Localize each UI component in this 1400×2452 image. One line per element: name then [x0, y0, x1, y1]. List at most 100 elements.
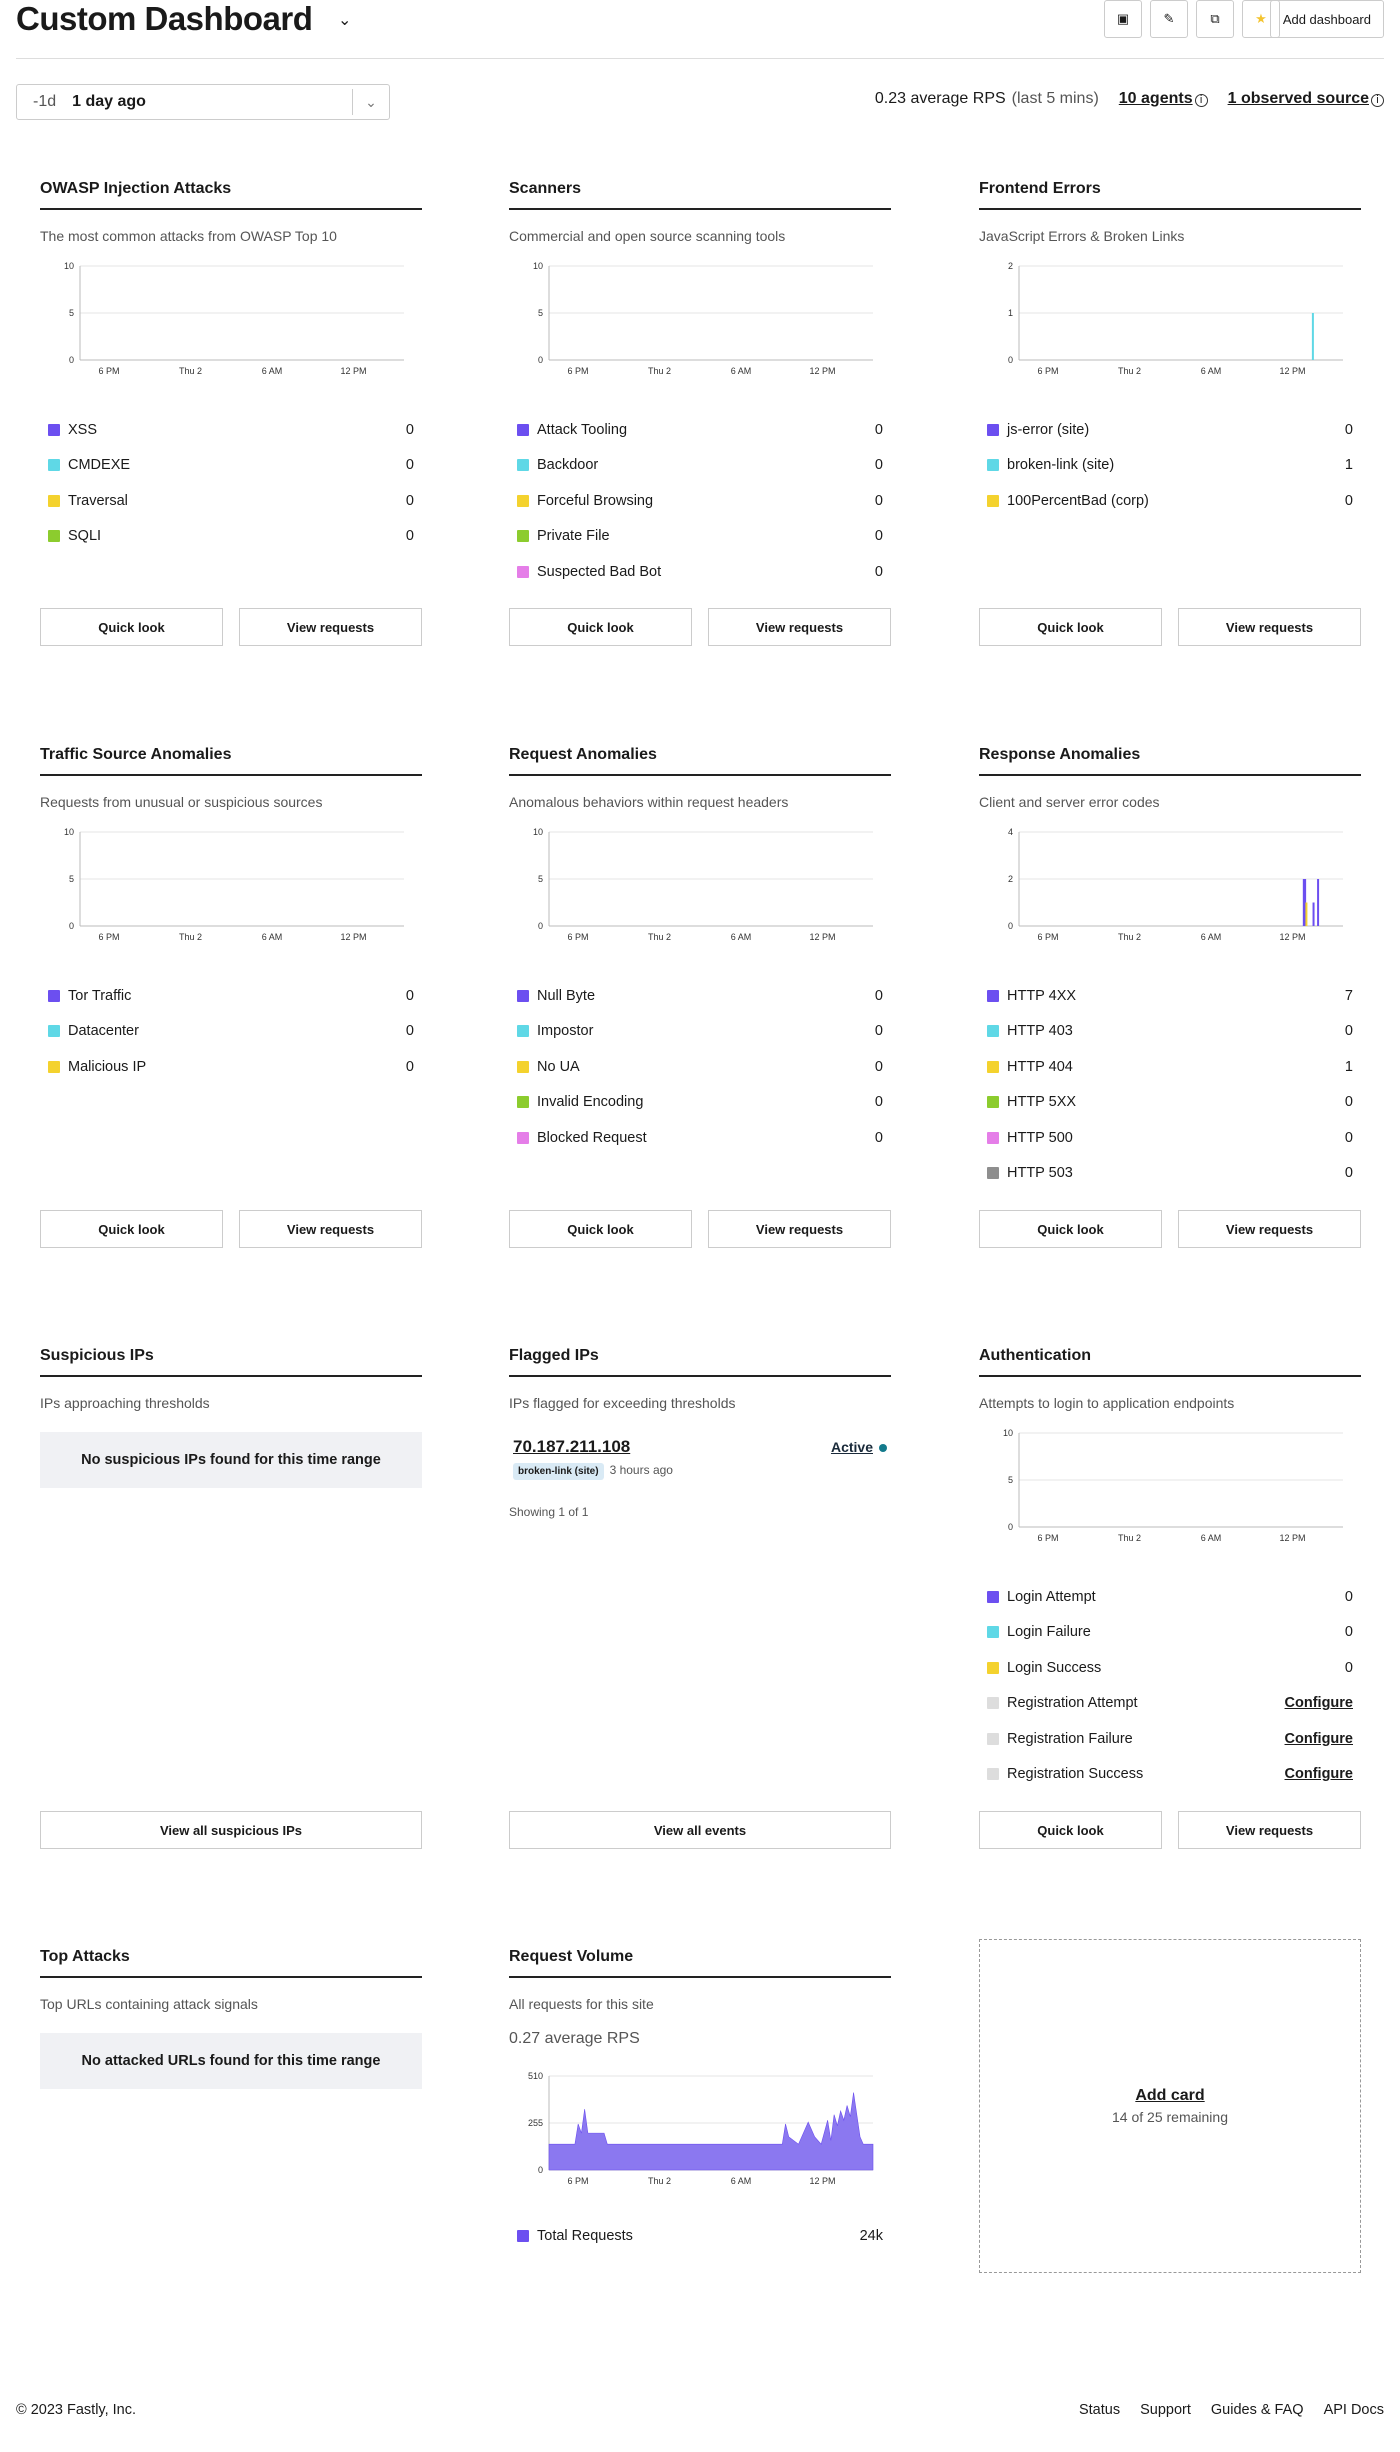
card-title: Traffic Source Anomalies [40, 746, 422, 776]
configure-link[interactable]: Configure [1285, 1695, 1353, 1711]
legend-item: HTTP 404 1 [987, 1049, 1353, 1085]
pencil-icon: ✎ [1163, 11, 1175, 26]
view-requests-button[interactable]: View requests [708, 608, 891, 646]
camera-button[interactable]: ▣ [1104, 0, 1142, 38]
average-rps: 0.23 average RPS [874, 90, 1006, 107]
x-tick-label: Thu 2 [648, 366, 671, 376]
x-tick-label: 12 PM [809, 932, 835, 942]
legend-swatch [517, 1096, 529, 1109]
configure-link[interactable]: Configure [1285, 1731, 1353, 1747]
x-tick-label: 6 PM [1037, 932, 1058, 942]
legend-item: XSS 0 [48, 412, 414, 448]
legend-label: Attack Tooling [537, 421, 628, 438]
chart-svg: 0 5 10 6 PM Thu 2 6 AM 12 PM [533, 261, 873, 376]
copy-button[interactable]: ⧉ [1196, 0, 1234, 38]
add-card-tile[interactable]: Add card 14 of 25 remaining [979, 1939, 1361, 2273]
x-tick-label: 6 PM [1037, 366, 1058, 376]
legend-value: 0 [874, 563, 883, 580]
card-authentication: Authentication Attempts to login to appli… [979, 1347, 1361, 1849]
legend-swatch [987, 1768, 999, 1781]
add-dashboard-button[interactable]: Add dashboard [1269, 0, 1384, 38]
edit-button[interactable]: ✎ [1150, 0, 1188, 38]
add-card-link[interactable]: Add card [1135, 2087, 1204, 2105]
x-tick-label: 12 PM [1279, 366, 1305, 376]
quick-look-button[interactable]: Quick look [979, 1210, 1162, 1248]
card-chart: 0 5 10 6 PM Thu 2 6 AM 12 PM [40, 261, 422, 387]
dashboard-card: Scanners Commercial and open source scann… [509, 180, 891, 646]
x-tick-label: Thu 2 [1118, 932, 1141, 942]
legend-swatch [48, 530, 60, 543]
view-requests-button[interactable]: View requests [239, 1210, 422, 1248]
footer-link-api-docs[interactable]: API Docs [1324, 2402, 1384, 2418]
y-tick-label: 4 [1008, 828, 1013, 837]
y-tick-label: 5 [1008, 1475, 1013, 1485]
legend-value: 0 [1344, 1094, 1353, 1111]
legend-item: Private File 0 [517, 519, 883, 555]
info-icon[interactable]: i [1371, 94, 1384, 107]
range-label: 1 day ago [72, 93, 146, 110]
y-tick-label: 5 [69, 308, 74, 318]
quick-look-button[interactable]: Quick look [979, 608, 1162, 646]
y-tick-label: 1 [1008, 308, 1013, 318]
legend-swatch [987, 423, 999, 436]
quick-look-button[interactable]: Quick look [509, 1210, 692, 1248]
legend-value: 24k [859, 2227, 883, 2244]
quick-look-button[interactable]: Quick look [979, 1811, 1162, 1849]
info-icon[interactable]: i [1194, 94, 1208, 107]
legend-value: 0 [1344, 1129, 1353, 1146]
volume-area [548, 2092, 874, 2171]
card-title: Authentication [979, 1347, 1361, 1377]
chevron-down-icon[interactable]: ⌄ [338, 10, 351, 30]
agents-link[interactable]: 10 agents i [1119, 90, 1208, 108]
legend-item: CMDEXE 0 [48, 448, 414, 484]
legend-value: 1 [1344, 457, 1353, 474]
configure-link[interactable]: Configure [1285, 1766, 1353, 1782]
x-tick-label: 6 AM [262, 932, 283, 942]
card-subtitle: JavaScript Errors & Broken Links [979, 228, 1185, 244]
status-active[interactable]: Active [831, 1439, 887, 1455]
quick-look-button[interactable]: Quick look [40, 608, 223, 646]
y-tick-label: 0 [69, 921, 74, 931]
legend-value: 0 [874, 1058, 883, 1075]
legend-value: 0 [874, 987, 883, 1004]
legend-item: Invalid Encoding 0 [517, 1085, 883, 1121]
legend-label: Null Byte [537, 987, 596, 1004]
chart-svg: 0 5 10 6 PM Thu 2 6 AM 12 PM [64, 261, 404, 376]
y-tick-label: 255 [528, 2118, 543, 2128]
view-requests-button[interactable]: View requests [1178, 1811, 1361, 1849]
observed-source-link[interactable]: 1 observed source i [1228, 90, 1384, 108]
view-requests-button[interactable]: View requests [1178, 608, 1361, 646]
chevron-down-icon[interactable]: ⌄ [352, 89, 389, 115]
view-requests-button[interactable]: View requests [708, 1210, 891, 1248]
x-tick-label: Thu 2 [179, 932, 202, 942]
view-requests-button[interactable]: View requests [239, 608, 422, 646]
footer-link-support[interactable]: Support [1140, 2402, 1191, 2418]
y-tick-label: 0 [69, 355, 74, 365]
legend-item: SQLI 0 [48, 519, 414, 555]
legend-swatch [517, 494, 529, 507]
legend-item: No UA 0 [517, 1049, 883, 1085]
view-requests-button[interactable]: View requests [1178, 1210, 1361, 1248]
view-all-suspicious-ips-button[interactable]: View all suspicious IPs [40, 1811, 422, 1849]
legend-item: Null Byte 0 [517, 978, 883, 1014]
legend-value: 0 [874, 421, 883, 438]
legend-label: Forceful Browsing [537, 492, 654, 509]
legend-swatch [987, 1131, 999, 1144]
quick-look-button[interactable]: Quick look [509, 608, 692, 646]
card-subtitle: IPs flagged for exceeding thresholds [509, 1395, 736, 1411]
legend-swatch [517, 530, 529, 543]
quick-look-button[interactable]: Quick look [40, 1210, 223, 1248]
y-tick-label: 2 [1008, 262, 1013, 271]
footer-link-status[interactable]: Status [1079, 2402, 1120, 2418]
y-tick-label: 5 [69, 874, 74, 884]
view-all-events-button[interactable]: View all events [509, 1811, 891, 1849]
x-tick-label: 12 PM [809, 2176, 835, 2186]
card-subtitle: Top URLs containing attack signals [40, 1996, 258, 2012]
legend-swatch [517, 565, 529, 578]
time-range-select[interactable]: -1d 1 day ago ⌄ [16, 84, 390, 120]
y-tick-label: 10 [64, 828, 74, 837]
legend-item: HTTP 403 0 [987, 1014, 1353, 1050]
flagged-ip-link[interactable]: 70.187.211.108 [513, 1437, 630, 1456]
footer-link-guides[interactable]: Guides & FAQ [1211, 2402, 1304, 2418]
legend-item: Datacenter 0 [48, 1014, 414, 1050]
